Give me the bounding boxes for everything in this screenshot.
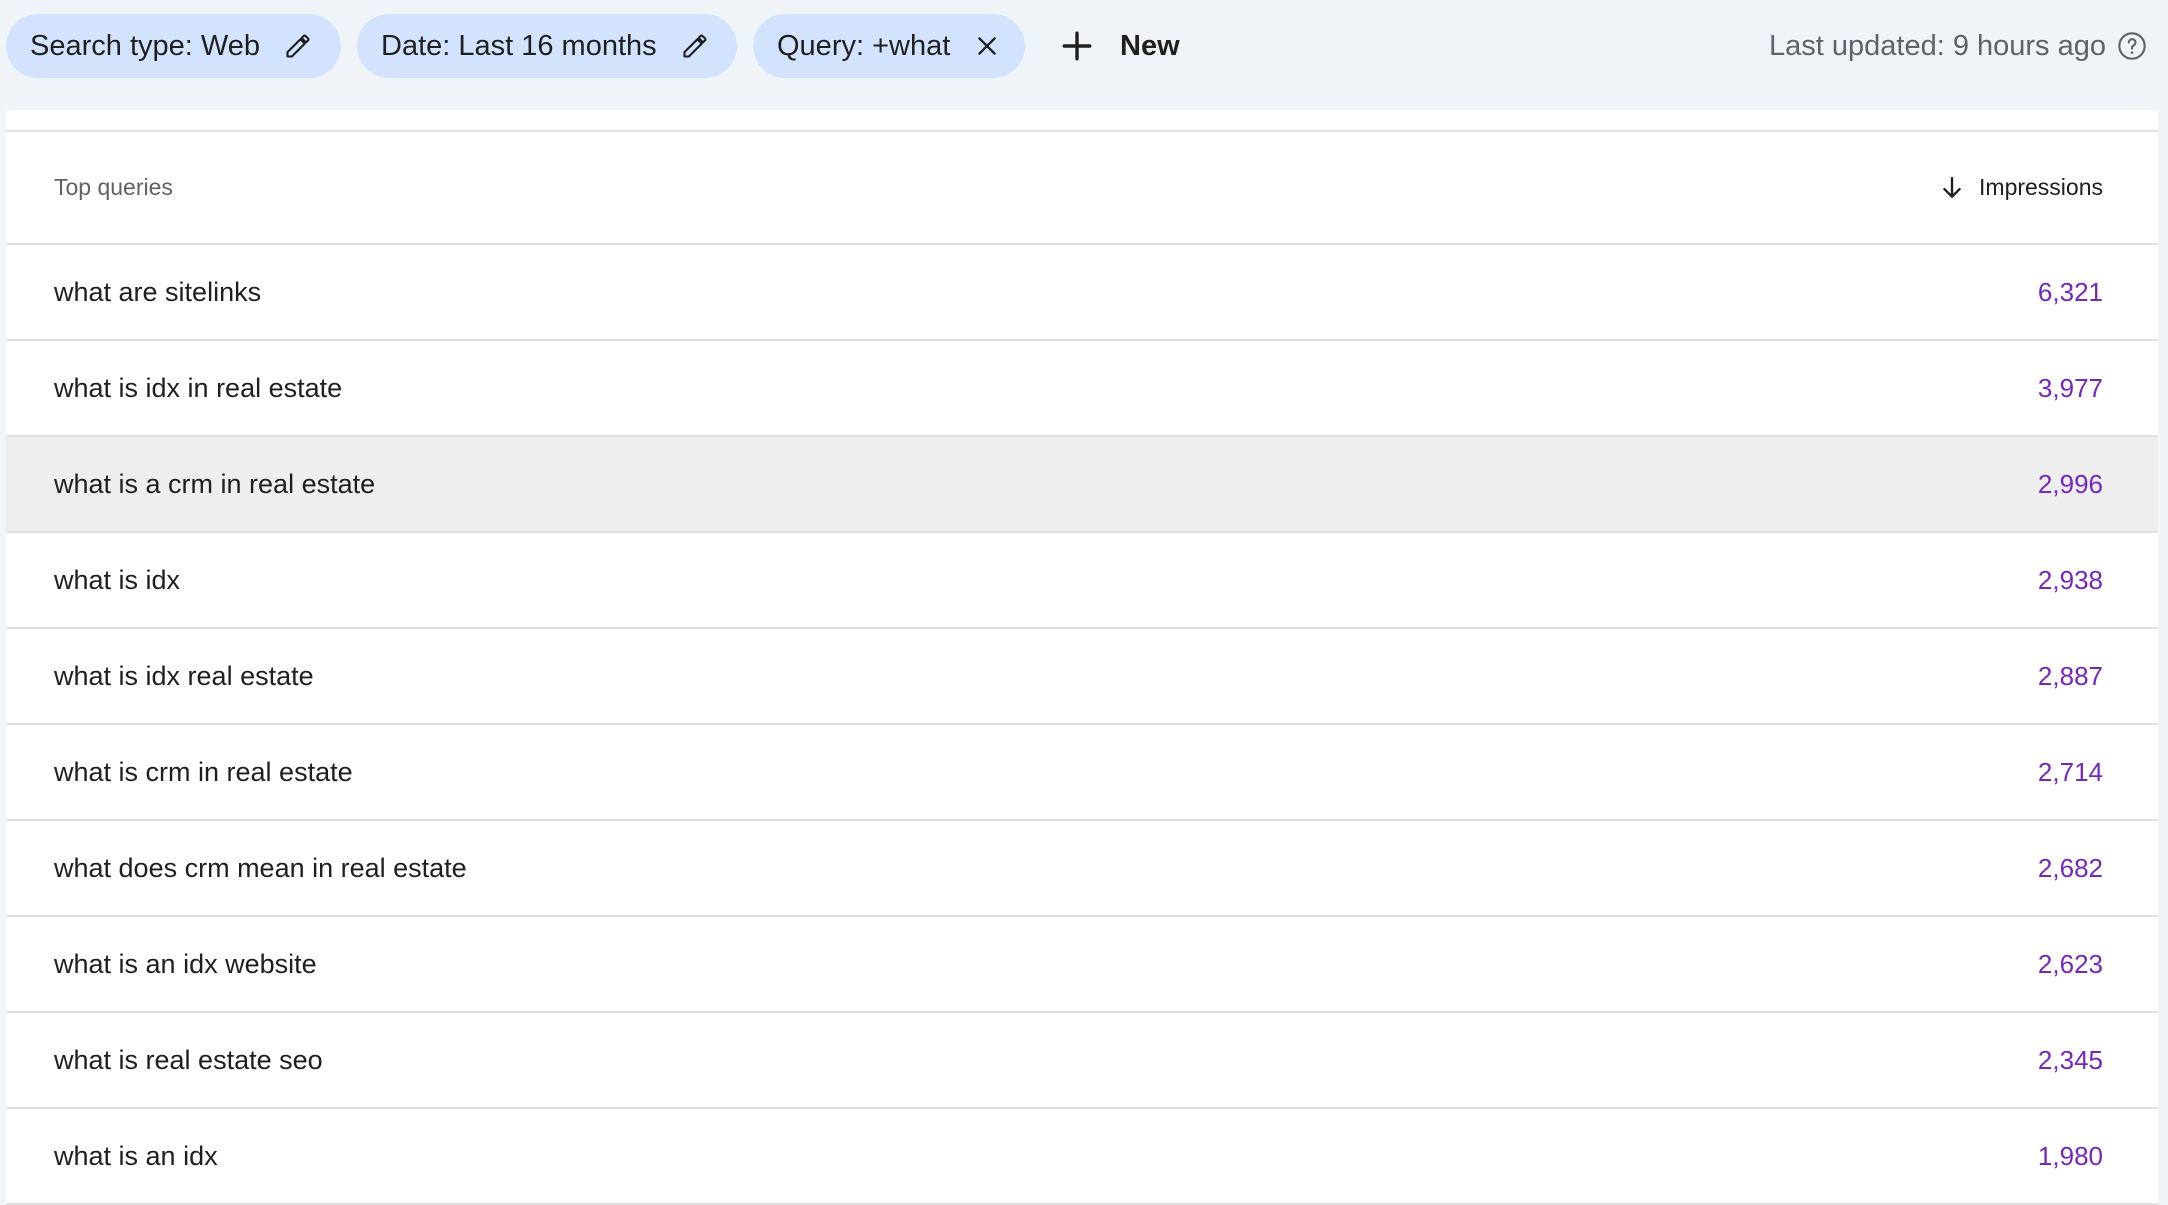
query-cell: what does crm mean in real estate [54,852,467,883]
table-header: Top queries Impressions [6,132,2158,245]
query-cell: what is real estate seo [54,1044,323,1075]
table-row[interactable]: what is an idx website 2,623 [6,917,2158,1013]
impressions-cell: 2,887 [2037,660,2103,691]
date-filter-chip[interactable]: Date: Last 16 months [357,14,737,78]
query-cell: what is an idx [54,1140,218,1171]
query-cell: what is crm in real estate [54,756,353,787]
table-top-divider [6,110,2158,132]
query-cell: what is idx in real estate [54,372,343,403]
impressions-cell: 2,682 [2037,852,2103,883]
last-updated-status: Last updated: 9 hours ago [1769,14,2148,78]
query-cell: what is a crm in real estate [54,468,376,499]
table-row[interactable]: what does crm mean in real estate 2,682 [6,821,2158,917]
new-filter-button[interactable]: New [1060,14,1180,78]
search-type-filter-label: Search type: Web [30,29,260,62]
plus-icon [1060,29,1094,63]
table-row[interactable]: what is crm in real estate 2,714 [6,725,2158,821]
pencil-icon[interactable] [284,32,312,60]
query-cell: what is idx [54,564,181,595]
query-cell: what are sitelinks [54,276,262,307]
impressions-cell: 2,623 [2037,948,2103,979]
table-row[interactable]: what is idx real estate 2,887 [6,629,2158,725]
query-cell: what is an idx website [54,948,317,979]
table-row[interactable]: what is idx in real estate 3,977 [6,341,2158,437]
impressions-cell: 2,345 [2037,1044,2103,1075]
impressions-cell: 2,938 [2037,564,2103,595]
table-row[interactable]: what are sitelinks 6,321 [6,245,2158,341]
impressions-cell: 3,977 [2037,372,2103,403]
query-cell: what is idx real estate [54,660,314,691]
arrow-down-icon [1939,175,1965,201]
impressions-cell: 2,996 [2037,468,2103,499]
impressions-cell: 6,321 [2037,276,2103,307]
table-row[interactable]: what is real estate seo 2,345 [6,1013,2158,1109]
close-icon[interactable] [974,33,1000,59]
date-filter-label: Date: Last 16 months [381,29,657,62]
query-filter-label: Query: +what [777,29,951,62]
help-circle-icon[interactable] [2116,30,2148,62]
table-row[interactable]: what is idx 2,938 [6,533,2158,629]
column-header-impressions[interactable]: Impressions [1939,174,2103,201]
impressions-header-label: Impressions [1979,174,2103,200]
table-row[interactable]: what is an idx 1,980 [6,1109,2158,1205]
column-header-top-queries[interactable]: Top queries [54,174,173,201]
query-filter-chip[interactable]: Query: +what [753,14,1025,78]
filter-bar: Search type: Web Date: Last 16 months Qu… [0,0,2168,110]
new-filter-label: New [1120,29,1180,62]
table-row[interactable]: what is a crm in real estate 2,996 [6,437,2158,533]
queries-table: Top queries Impressions what are sitelin… [6,110,2158,1205]
last-updated-text: Last updated: 9 hours ago [1769,29,2106,62]
impressions-cell: 1,980 [2037,1140,2103,1171]
impressions-cell: 2,714 [2037,756,2103,787]
search-type-filter-chip[interactable]: Search type: Web [6,14,341,78]
pencil-icon[interactable] [681,32,709,60]
